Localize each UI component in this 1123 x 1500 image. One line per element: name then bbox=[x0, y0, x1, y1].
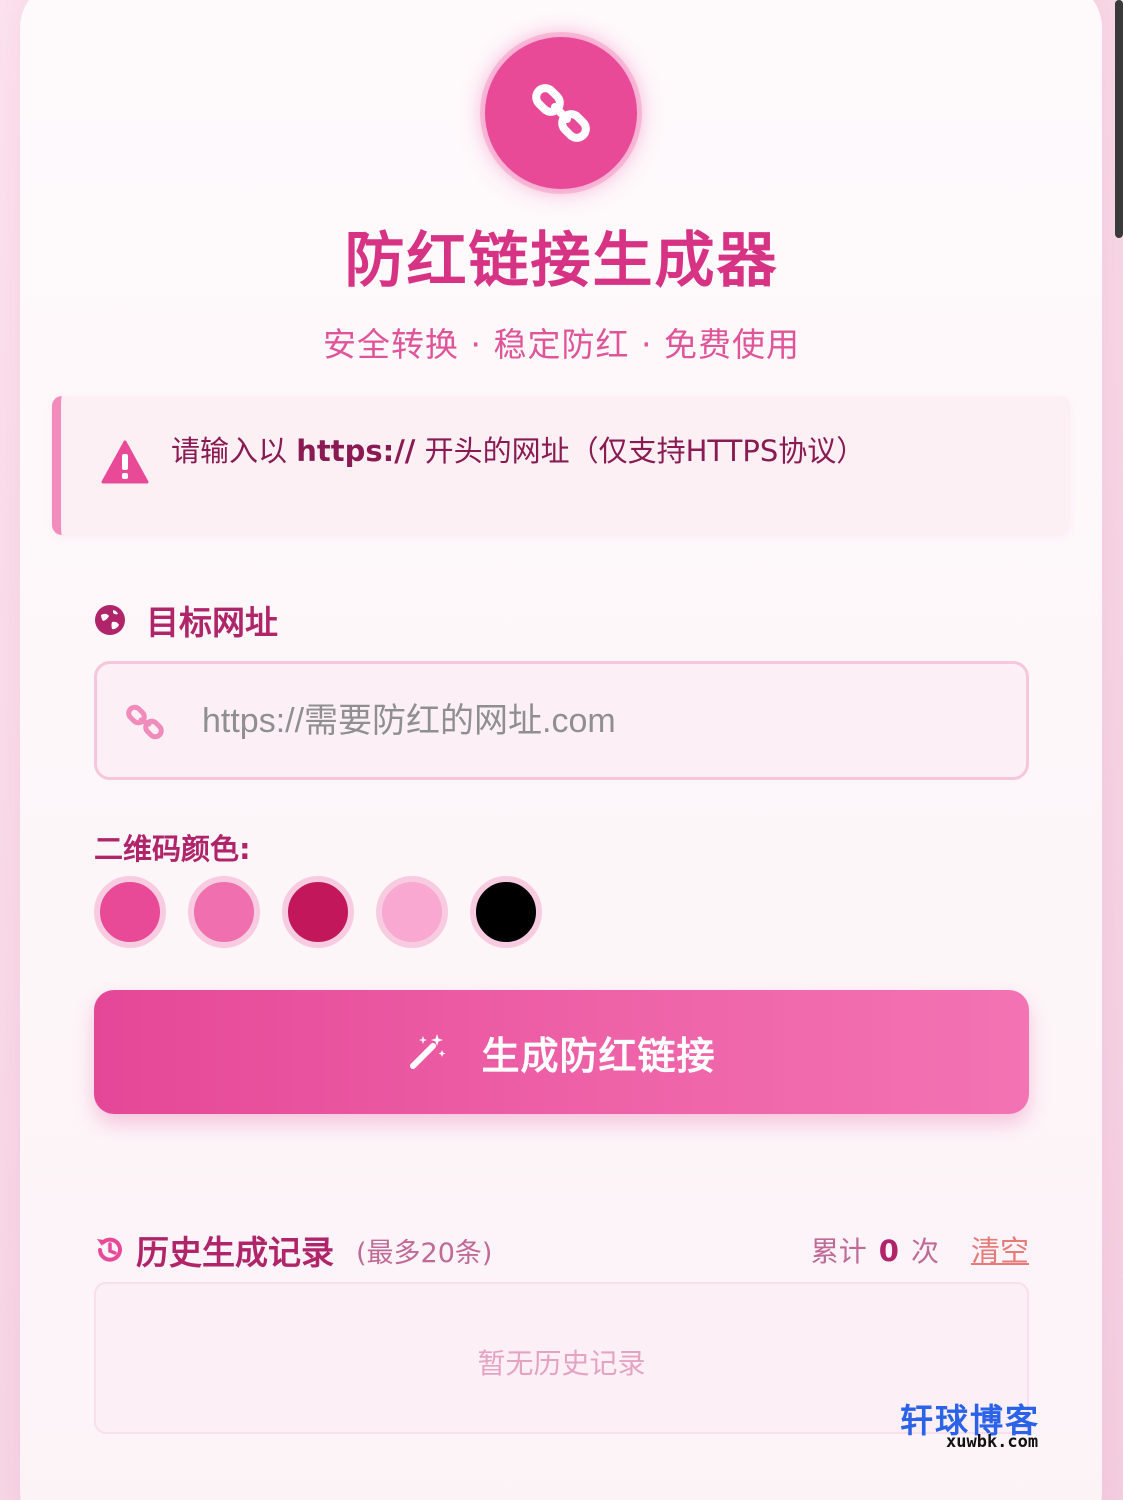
color-swatch-pale-pink[interactable] bbox=[376, 876, 448, 948]
globe-icon bbox=[95, 605, 125, 635]
magic-wand-icon bbox=[410, 1034, 446, 1069]
notice-protocol: https:// bbox=[296, 434, 416, 468]
link-icon bbox=[126, 704, 164, 740]
https-notice: 请输入以 https:// 开头的网址（仅支持HTTPS协议） bbox=[52, 396, 1070, 535]
history-stats: 累计 0 次 清空 bbox=[811, 1228, 1029, 1270]
warning-icon bbox=[101, 440, 149, 484]
url-input[interactable] bbox=[202, 688, 1002, 754]
watermark-en: xuwbk.com bbox=[946, 1432, 1039, 1452]
qr-color-swatches bbox=[94, 876, 564, 948]
clear-history-link[interactable]: 清空 bbox=[971, 1228, 1029, 1270]
history-limit-note: (最多20条) bbox=[356, 1237, 493, 1269]
scrollbar[interactable] bbox=[1115, 0, 1123, 238]
history-header: 历史生成记录 (最多20条) 累计 0 次 清空 bbox=[94, 1226, 1029, 1272]
page-subtitle: 安全转换 · 稳定防红 · 免费使用 bbox=[323, 325, 800, 364]
color-swatch-crimson[interactable] bbox=[282, 876, 354, 948]
link-icon bbox=[532, 84, 590, 142]
qr-color-label: 二维码颜色: bbox=[94, 832, 251, 866]
count-suffix: 次 bbox=[910, 1235, 939, 1268]
history-title: 历史生成记录 bbox=[136, 1233, 334, 1272]
history-title-group: 历史生成记录 (最多20条) bbox=[94, 1226, 492, 1274]
count-prefix: 累计 bbox=[810, 1235, 867, 1268]
history-empty-text: 暂无历史记录 bbox=[477, 1347, 646, 1380]
page-title: 防红链接生成器 bbox=[344, 226, 779, 296]
notice-text: 请输入以 https:// 开头的网址（仅支持HTTPS协议） bbox=[171, 434, 866, 468]
watermark-logo: 轩球博客 xuwbk.com bbox=[900, 1394, 1070, 1454]
history-list: 暂无历史记录 bbox=[94, 1282, 1029, 1434]
color-swatch-light-pink[interactable] bbox=[188, 876, 260, 948]
history-icon bbox=[97, 1237, 122, 1262]
target-url-label: 目标网址 bbox=[94, 596, 278, 644]
color-swatch-pink[interactable] bbox=[94, 876, 166, 948]
url-input-container[interactable] bbox=[94, 661, 1029, 780]
logo-badge bbox=[485, 37, 637, 189]
color-swatch-black[interactable] bbox=[470, 876, 542, 948]
count-value: 0 bbox=[878, 1234, 899, 1268]
generate-link-button[interactable]: 生成防红链接 bbox=[94, 990, 1029, 1114]
